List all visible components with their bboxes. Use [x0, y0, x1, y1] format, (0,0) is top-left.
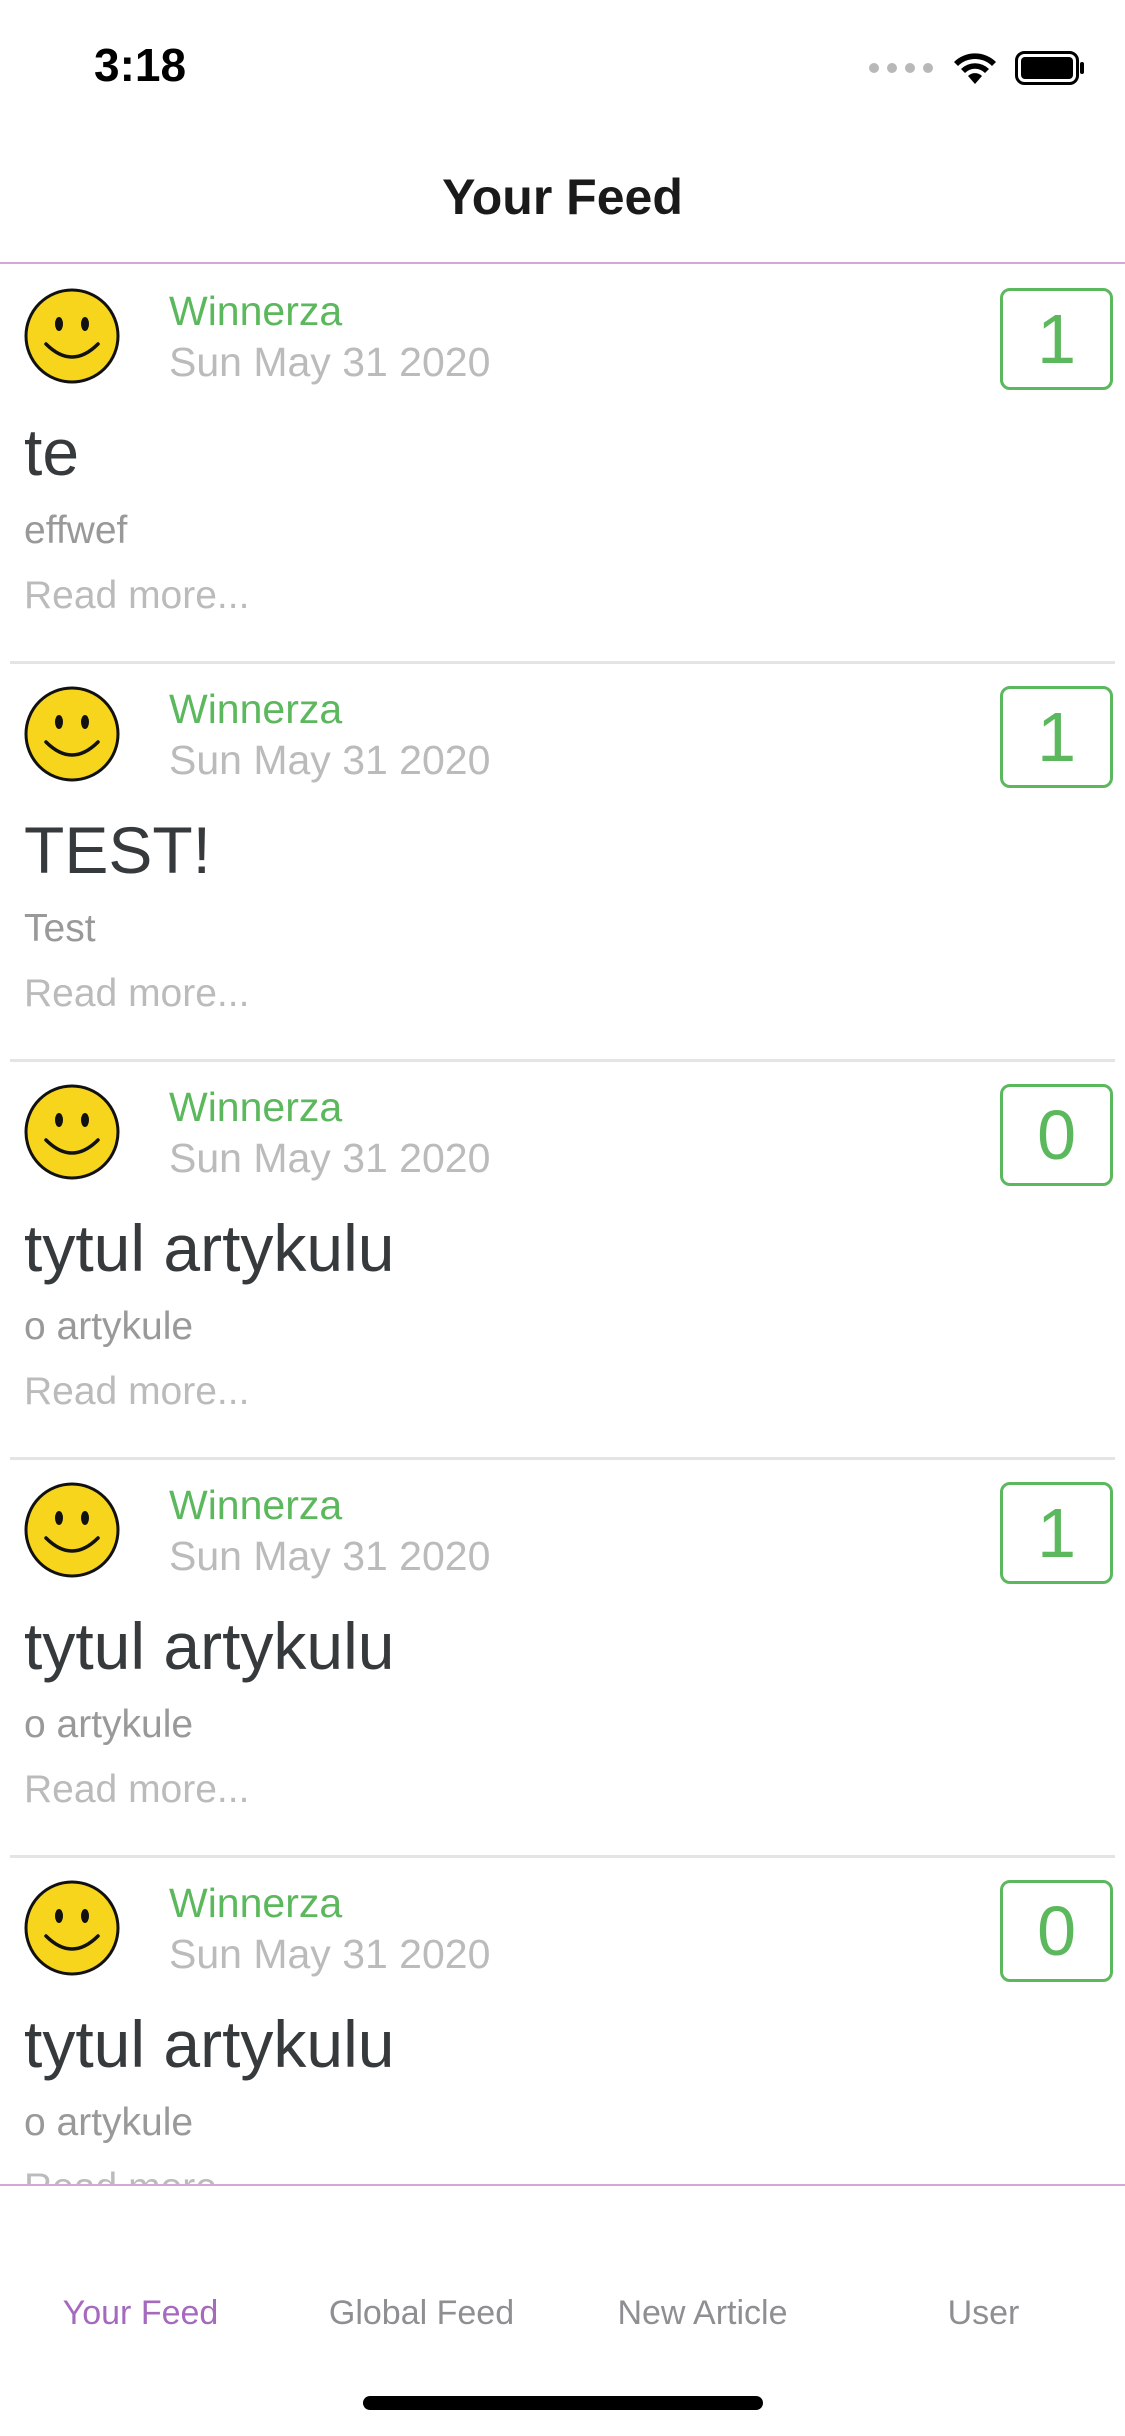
navigation-bar: Your Feed	[0, 132, 1125, 264]
favorite-button[interactable]: 1	[1000, 1482, 1113, 1584]
article-description: o artykule	[24, 2101, 194, 2144]
author-link[interactable]: Winnerza	[169, 1084, 342, 1131]
article-card[interactable]: Winnerza Sun May 31 2020 1 te effwef Rea…	[10, 266, 1115, 664]
article-title[interactable]: tytul artykulu	[24, 1210, 394, 1286]
author-link[interactable]: Winnerza	[169, 1482, 342, 1529]
article-card[interactable]: Winnerza Sun May 31 2020 0 tytul artykul…	[10, 1062, 1115, 1460]
article-card[interactable]: Winnerza Sun May 31 2020 0 tytul artykul…	[10, 1858, 1115, 2184]
author-link[interactable]: Winnerza	[169, 686, 342, 733]
favorite-button[interactable]: 0	[1000, 1880, 1113, 1982]
wifi-icon	[954, 53, 996, 84]
article-card[interactable]: Winnerza Sun May 31 2020 1 tytul artykul…	[10, 1460, 1115, 1858]
author-link[interactable]: Winnerza	[169, 288, 342, 335]
favorite-button[interactable]: 0	[1000, 1084, 1113, 1186]
article-date: Sun May 31 2020	[169, 1135, 491, 1181]
tab-user[interactable]: User	[843, 2294, 1124, 2333]
smiley-avatar-icon[interactable]	[24, 1880, 120, 1976]
smiley-avatar-icon[interactable]	[24, 1084, 120, 1180]
status-icons	[869, 48, 1085, 88]
read-more-link[interactable]: Read more...	[24, 1768, 249, 1812]
article-title[interactable]: tytul artykulu	[24, 2006, 394, 2082]
tab-new-article[interactable]: New Article	[562, 2294, 843, 2333]
article-date: Sun May 31 2020	[169, 1533, 491, 1579]
article-description: o artykule	[24, 1305, 194, 1348]
article-title[interactable]: TEST!	[24, 812, 211, 888]
article-description: o artykule	[24, 1703, 194, 1746]
page-title: Your Feed	[442, 169, 683, 225]
smiley-avatar-icon[interactable]	[24, 686, 120, 782]
battery-icon	[1015, 51, 1084, 85]
article-description: Test	[24, 907, 96, 950]
home-indicator[interactable]	[363, 2396, 763, 2410]
read-more-link[interactable]: Read more...	[24, 2166, 249, 2184]
article-title[interactable]: te	[24, 414, 79, 490]
read-more-link[interactable]: Read more...	[24, 972, 249, 1016]
article-date: Sun May 31 2020	[169, 339, 491, 385]
tab-your-feed[interactable]: Your Feed	[0, 2294, 281, 2333]
cellular-signal-icon	[869, 63, 933, 73]
article-feed[interactable]: Winnerza Sun May 31 2020 1 te effwef Rea…	[0, 266, 1125, 2184]
article-date: Sun May 31 2020	[169, 1931, 491, 1977]
tab-global-feed[interactable]: Global Feed	[281, 2294, 562, 2333]
article-date: Sun May 31 2020	[169, 737, 491, 783]
author-link[interactable]: Winnerza	[169, 1880, 342, 1927]
smiley-avatar-icon[interactable]	[24, 288, 120, 384]
article-card[interactable]: Winnerza Sun May 31 2020 1 TEST! Test Re…	[10, 664, 1115, 1062]
status-bar: 3:18	[0, 0, 1125, 132]
smiley-avatar-icon[interactable]	[24, 1482, 120, 1578]
article-description: effwef	[24, 509, 128, 552]
read-more-link[interactable]: Read more...	[24, 574, 249, 618]
article-title[interactable]: tytul artykulu	[24, 1608, 394, 1684]
status-time: 3:18	[94, 39, 187, 91]
read-more-link[interactable]: Read more...	[24, 1370, 249, 1414]
favorite-button[interactable]: 1	[1000, 686, 1113, 788]
favorite-button[interactable]: 1	[1000, 288, 1113, 390]
